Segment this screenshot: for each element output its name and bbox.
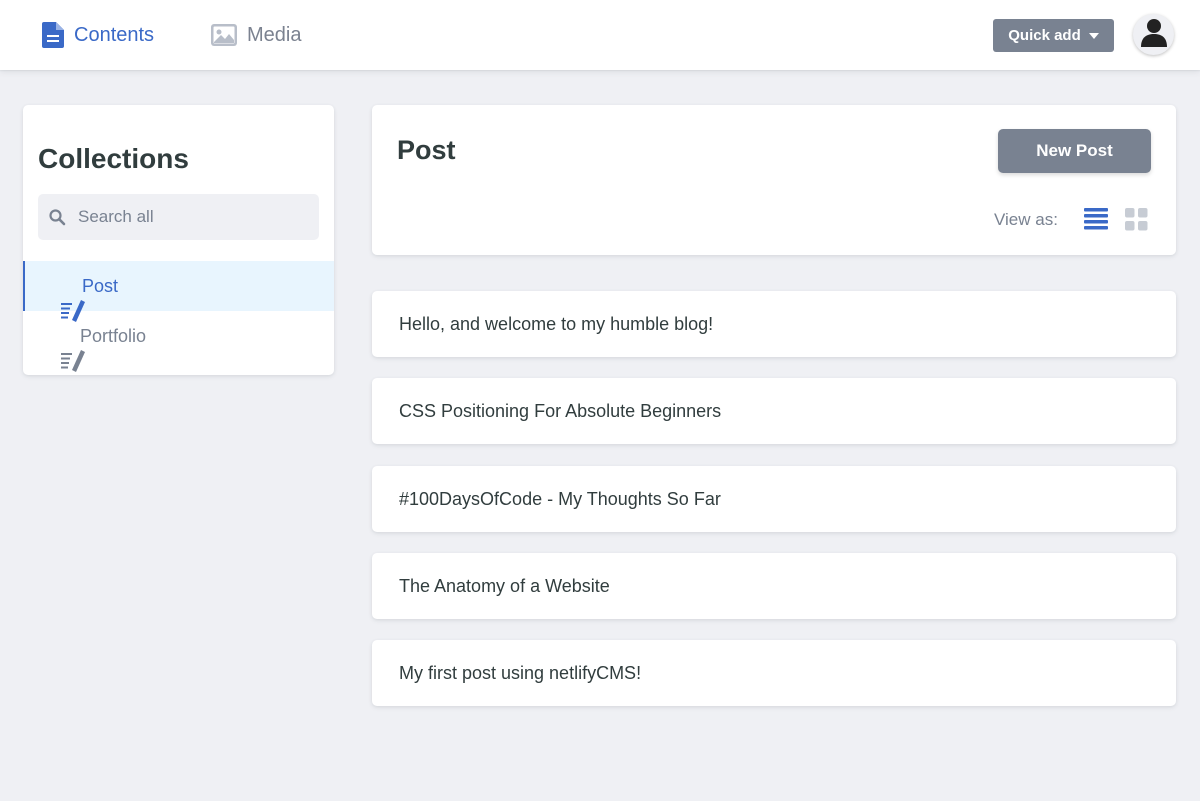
- sidebar-item-label: Portfolio: [80, 325, 147, 346]
- entry-card[interactable]: My first post using netlifyCMS!: [372, 640, 1176, 706]
- quick-add-dropdown[interactable]: Quick add: [993, 19, 1114, 52]
- collection-header: Post New Post View as:: [372, 105, 1176, 255]
- nav-media-link[interactable]: Media: [211, 0, 301, 70]
- entry-card[interactable]: CSS Positioning For Absolute Beginners: [372, 378, 1176, 444]
- document-icon: [42, 22, 64, 48]
- sidebar-item-label: Post: [82, 275, 119, 296]
- sidebar-item-portfolio[interactable]: Portfolio: [23, 311, 334, 372]
- entry-title: My first post using netlifyCMS!: [399, 662, 642, 683]
- image-icon: [211, 24, 237, 46]
- collections-sidebar: Collections Post: [23, 105, 334, 375]
- view-as-label: View as:: [994, 210, 1058, 229]
- entry-card[interactable]: #100DaysOfCode - My Thoughts So Far: [372, 466, 1176, 532]
- collections-title: Collections: [38, 143, 189, 174]
- search-box: [38, 194, 319, 240]
- list-icon[interactable]: [1084, 207, 1108, 236]
- nav-media-label: Media: [247, 23, 302, 46]
- quick-add-label: Quick add: [1008, 27, 1081, 44]
- sidebar-item-post[interactable]: Post: [23, 261, 334, 322]
- entry-title: Hello, and welcome to my humble blog!: [399, 313, 714, 334]
- nav-contents-label: Contents: [74, 23, 155, 46]
- user-avatar-button[interactable]: [1133, 14, 1174, 55]
- top-bar: Contents Media Quick add: [0, 0, 1200, 70]
- search-input[interactable]: [78, 194, 313, 240]
- user-avatar-icon: [1139, 17, 1169, 52]
- entry-title: CSS Positioning For Absolute Beginners: [399, 400, 722, 421]
- entry-card[interactable]: The Anatomy of a Website: [372, 553, 1176, 619]
- entry-card[interactable]: Hello, and welcome to my humble blog!: [372, 291, 1176, 357]
- new-post-button[interactable]: New Post: [998, 129, 1151, 173]
- entry-title: #100DaysOfCode - My Thoughts So Far: [399, 488, 721, 509]
- entry-title: The Anatomy of a Website: [399, 575, 610, 596]
- caret-down-icon: [1088, 32, 1099, 39]
- nav-contents-link[interactable]: Contents: [42, 0, 154, 70]
- page-title: Post: [397, 135, 456, 165]
- grid-icon[interactable]: [1125, 208, 1148, 236]
